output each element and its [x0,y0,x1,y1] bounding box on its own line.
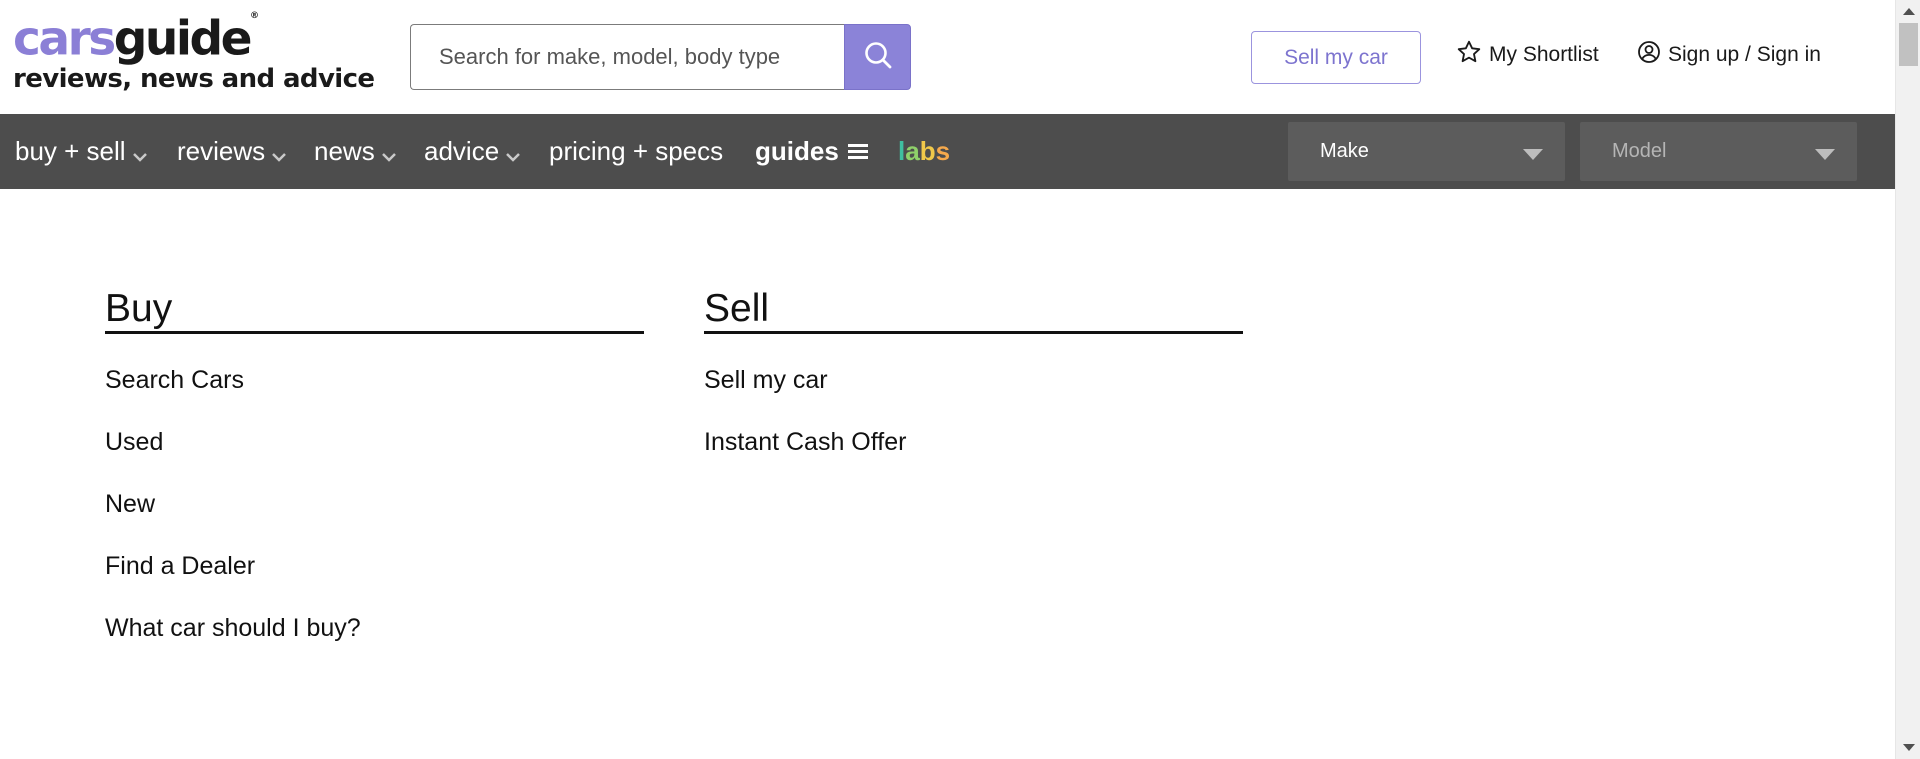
link-sell-my-car[interactable]: Sell my car [704,364,1243,426]
sell-links: Sell my car Instant Cash Offer [704,364,1243,488]
chevron-down-icon [381,139,397,170]
buy-column: Buy Search Cars Used New Find a Dealer W… [105,285,644,674]
search-button[interactable] [844,24,911,90]
page-scrollbar[interactable] [1895,0,1920,759]
nav-buy-sell[interactable]: buy + sell [15,114,148,189]
buy-links: Search Cars Used New Find a Dealer What … [105,364,644,674]
link-search-cars[interactable]: Search Cars [105,364,644,426]
link-new[interactable]: New [105,488,644,550]
logo-wordmark: carsguide® [13,11,259,67]
scroll-down-arrow-icon[interactable] [1903,744,1915,751]
my-shortlist-label: My Shortlist [1489,43,1599,66]
carsguide-logo[interactable]: carsguide® reviews, news and advice [13,10,375,94]
search-input[interactable] [410,24,844,90]
link-instant-cash-offer[interactable]: Instant Cash Offer [704,426,1243,488]
nav-pricing-specs[interactable]: pricing + specs [549,114,723,189]
star-outline-icon [1456,39,1489,71]
chevron-down-icon [505,139,521,170]
sell-heading: Sell [704,285,1243,334]
nav-label: advice [424,136,500,166]
nav-news[interactable]: news [314,114,397,189]
nav-labs[interactable]: labs [898,114,950,189]
search-bar [410,24,911,90]
nav-label: pricing + specs [549,136,724,166]
user-circle-icon [1637,40,1668,70]
link-used[interactable]: Used [105,426,644,488]
model-select-value: Model [1612,140,1667,162]
chevron-down-icon [132,139,148,170]
link-what-car-should-i-buy[interactable]: What car should I buy? [105,612,644,674]
scroll-thumb[interactable] [1899,23,1918,66]
nav-advice[interactable]: advice [424,114,521,189]
page: carsguide® reviews, news and advice Sell… [0,0,1920,759]
link-find-dealer[interactable]: Find a Dealer [105,550,644,612]
nav-label: news [314,136,375,166]
dropdown-caret-icon [1815,149,1835,160]
dropdown-caret-icon [1523,149,1543,160]
nav-label: buy + sell [15,136,126,166]
make-select[interactable]: Make [1288,122,1565,181]
sign-in-label: Sign up / Sign in [1668,43,1821,66]
buy-heading: Buy [105,285,644,334]
sell-my-car-button[interactable]: Sell my car [1251,31,1421,84]
sign-in-link[interactable]: Sign up / Sign in [1637,40,1821,70]
nav-reviews[interactable]: reviews [177,114,287,189]
nav-label: reviews [177,136,266,166]
scroll-up-arrow-icon[interactable] [1903,8,1915,15]
search-icon [863,40,893,75]
make-select-value: Make [1320,140,1369,162]
model-select[interactable]: Model [1580,122,1857,181]
site-header: carsguide® reviews, news and advice Sell… [0,0,1895,114]
logo-tagline: reviews, news and advice [13,63,375,94]
nav-label: guides [755,136,839,166]
my-shortlist-link[interactable]: My Shortlist [1456,40,1599,70]
hamburger-menu-icon [847,136,869,167]
chevron-down-icon [271,139,287,170]
nav-guides[interactable]: guides [755,114,869,189]
sell-column: Sell Sell my car Instant Cash Offer [704,285,1243,488]
